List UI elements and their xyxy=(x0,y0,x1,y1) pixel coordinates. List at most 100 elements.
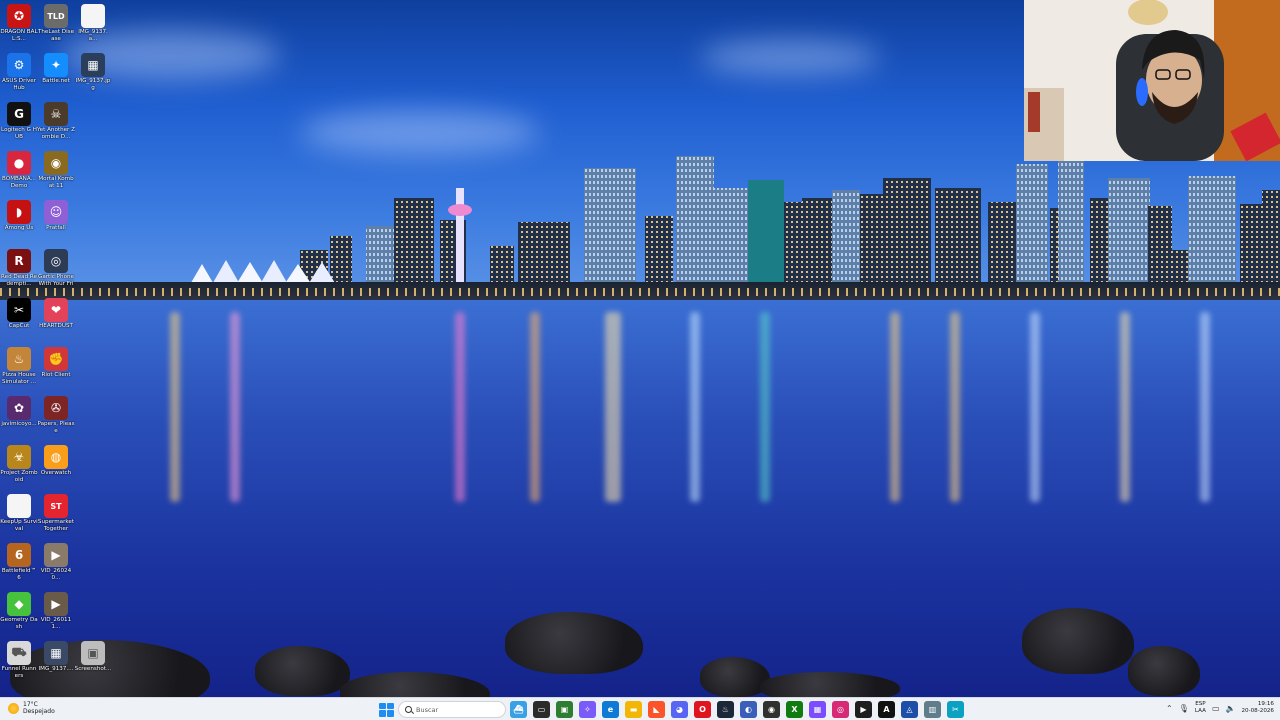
desktop-icon[interactable]: KeepUp Survival xyxy=(0,494,38,533)
logitech-ghub-icon: G xyxy=(7,102,31,126)
desktop-icon[interactable]: ❤ HEARTDUST xyxy=(37,298,75,330)
clock-date: 20-08-2026 xyxy=(1241,708,1274,714)
desktop-icon[interactable]: ● BOMBANA... Demo xyxy=(0,151,38,190)
project-zomboid-icon: ☣ xyxy=(7,445,31,469)
desktop-icon-label: Funnel Runners xyxy=(1,666,37,679)
desktop-icon[interactable]: ✿ javimicoyo... xyxy=(0,396,38,428)
javimicoyo-icon: ✿ xyxy=(7,396,31,420)
desktop-icon[interactable]: ⛟ Funnel Runners xyxy=(0,641,38,680)
papers-please-icon: ✇ xyxy=(44,396,68,420)
desktop-icon[interactable]: ▶ VID_260240... xyxy=(37,543,75,582)
desktop-icon[interactable]: R Red Dead Redempti... xyxy=(0,249,38,288)
desktop-icon-label: HEARTDUST xyxy=(39,323,73,329)
photos-icon[interactable]: ▥ xyxy=(924,701,941,718)
desktop-icon[interactable]: ◗ Among Us xyxy=(0,200,38,232)
desktop-icon-label: Screenshot... xyxy=(74,666,112,672)
desktop-icon-label: Overwatch xyxy=(40,470,72,476)
image-file-icon: ▦ xyxy=(81,53,105,77)
desktop-icon[interactable]: TLD TheLast Disease xyxy=(37,4,75,43)
clock-time: 19:16 xyxy=(1257,701,1274,707)
desktop-icon[interactable]: ☺ Pratfall xyxy=(37,200,75,232)
geometry-dash-icon: ◆ xyxy=(7,592,31,616)
red-dead-icon: R xyxy=(7,249,31,273)
desktop-icon[interactable]: ▣ Screenshot... xyxy=(74,641,112,673)
brave-icon[interactable]: ◣ xyxy=(648,701,665,718)
taskbar-search[interactable]: Buscar xyxy=(398,701,506,718)
desktop-icon-label: IMG_9137.a... xyxy=(78,29,108,42)
bombana-icon: ● xyxy=(7,151,31,175)
desktop-icon[interactable]: ▦ IMG_9137.jpg xyxy=(74,53,112,92)
desktop-icon[interactable]: ✪ DRAGON BALL:S... xyxy=(0,4,38,43)
capcut-icon: ✂ xyxy=(7,298,31,322)
file-explorer-icon[interactable]: ▬ xyxy=(625,701,642,718)
desktop-icon-label: Logitech G HUB xyxy=(1,127,37,140)
search-placeholder: Buscar xyxy=(416,705,439,714)
desktop-icon[interactable]: ✇ Papers, Please xyxy=(37,396,75,435)
image-file-icon: ▦ xyxy=(44,641,68,665)
taskbar: 17°C Despejado Buscar ⛴ ▭ ▣ ✧ e ▬ ◣ ◕ O ♨ ◐ ◉ X ▦ ◎ ▶ A ◬… xyxy=(0,697,1280,720)
desktop-icon-label: ASUS DriverHub xyxy=(1,78,36,91)
weather-widget[interactable]: 17°C Despejado xyxy=(8,701,55,715)
desktop-icon-label: Project Zomboid xyxy=(0,470,38,483)
obs-icon[interactable]: ◉ xyxy=(763,701,780,718)
desktop-icon[interactable]: 6 Battlefield™ 6 xyxy=(0,543,38,582)
media-player-icon[interactable]: ▶ xyxy=(855,701,872,718)
desktop-icon[interactable]: ◆ Geometry Dash xyxy=(0,592,38,631)
clock[interactable]: 19:16 20-08-2026 xyxy=(1241,701,1274,715)
sun-icon xyxy=(8,702,19,714)
steam-icon[interactable]: ♨ xyxy=(717,701,734,718)
desktop-icon[interactable]: ✊ Riot Client xyxy=(37,347,75,379)
landscape-app-icon[interactable]: ⛴ xyxy=(510,701,527,718)
chevron-up-icon[interactable]: ⌃ xyxy=(1166,704,1173,713)
desktop-icon[interactable]: ◍ Overwatch xyxy=(37,445,75,477)
speaker-icon[interactable]: 🔈 xyxy=(1226,704,1236,713)
desktop-icon-label: VID_260111... xyxy=(40,617,72,630)
edge-icon[interactable]: e xyxy=(602,701,619,718)
desktop-icon[interactable]: ♨ Pizza House Simulator ... xyxy=(0,347,38,386)
desktop-icon[interactable]: ⚙ ASUS DriverHub xyxy=(0,53,38,92)
desktop-icon[interactable]: ✦ Battle.net xyxy=(37,53,75,85)
opera-icon[interactable]: O xyxy=(694,701,711,718)
desktop-icon[interactable]: ✂ CapCut xyxy=(0,298,38,330)
snipping-tool-icon[interactable]: ✂ xyxy=(947,701,964,718)
text-app-icon[interactable]: A xyxy=(878,701,895,718)
webcam-overlay xyxy=(1024,0,1280,161)
instagram-icon[interactable]: ◎ xyxy=(832,701,849,718)
network-icon[interactable]: ▭ xyxy=(1212,704,1220,713)
video-file-icon: ▶ xyxy=(44,543,68,567)
desktop-icon[interactable]: ☠ Yet Another Zombie D... xyxy=(37,102,75,141)
desktop-icon[interactable]: ▶ VID_260111... xyxy=(37,592,75,631)
asus-driverhub-icon: ⚙ xyxy=(7,53,31,77)
microphone-icon[interactable]: 🎙 xyxy=(1179,704,1189,713)
file-app-icon[interactable]: ▣ xyxy=(556,701,573,718)
xbox-icon[interactable]: X xyxy=(786,701,803,718)
desktop-icon-label: TheLast Disease xyxy=(37,29,75,42)
grid-app-icon[interactable]: ▦ xyxy=(809,701,826,718)
desktop-icon-label: IMG_9137.jpg xyxy=(75,78,111,91)
discord-icon[interactable]: ◕ xyxy=(671,701,688,718)
desktop-icon[interactable]: ◎Gartic Phone With Your Friends xyxy=(37,249,75,288)
zombie-game-icon: ☠ xyxy=(44,102,68,126)
desktop-icon[interactable]: ▦ IMG_9137.... xyxy=(37,641,75,673)
desktop-icon[interactable]: ☣ Project Zomboid xyxy=(0,445,38,484)
search-icon xyxy=(405,706,412,713)
pratfall-icon: ☺ xyxy=(44,200,68,224)
desktop-icon-label: Riot Client xyxy=(41,372,71,378)
desktop-icon-label: CapCut xyxy=(8,323,30,329)
language-indicator[interactable]: ESP LAA xyxy=(1195,701,1206,715)
ps-app-icon[interactable]: ◐ xyxy=(740,701,757,718)
desktop-icon[interactable]: ST Supermarket Together xyxy=(37,494,75,533)
desktop-icon-label: Mortal Kombat 11 xyxy=(38,176,74,189)
riot-client-icon: ✊ xyxy=(44,347,68,371)
copilot-icon[interactable]: ✧ xyxy=(579,701,596,718)
windows-start-icon[interactable] xyxy=(378,702,394,718)
desktop-icon[interactable]: IMG_9137.a... xyxy=(74,4,112,43)
task-view-icon[interactable]: ▭ xyxy=(533,701,550,718)
supermarket-together-icon: ST xyxy=(44,494,68,518)
app-store-icon[interactable]: ◬ xyxy=(901,701,918,718)
desktop-icon-label: javimicoyo... xyxy=(1,421,37,427)
battlenet-icon: ✦ xyxy=(44,53,68,77)
desktop-icon[interactable]: ◉ Mortal Kombat 11 xyxy=(37,151,75,190)
desktop-icon[interactable]: G Logitech G HUB xyxy=(0,102,38,141)
desktop-icon-label: Pratfall xyxy=(46,225,66,231)
